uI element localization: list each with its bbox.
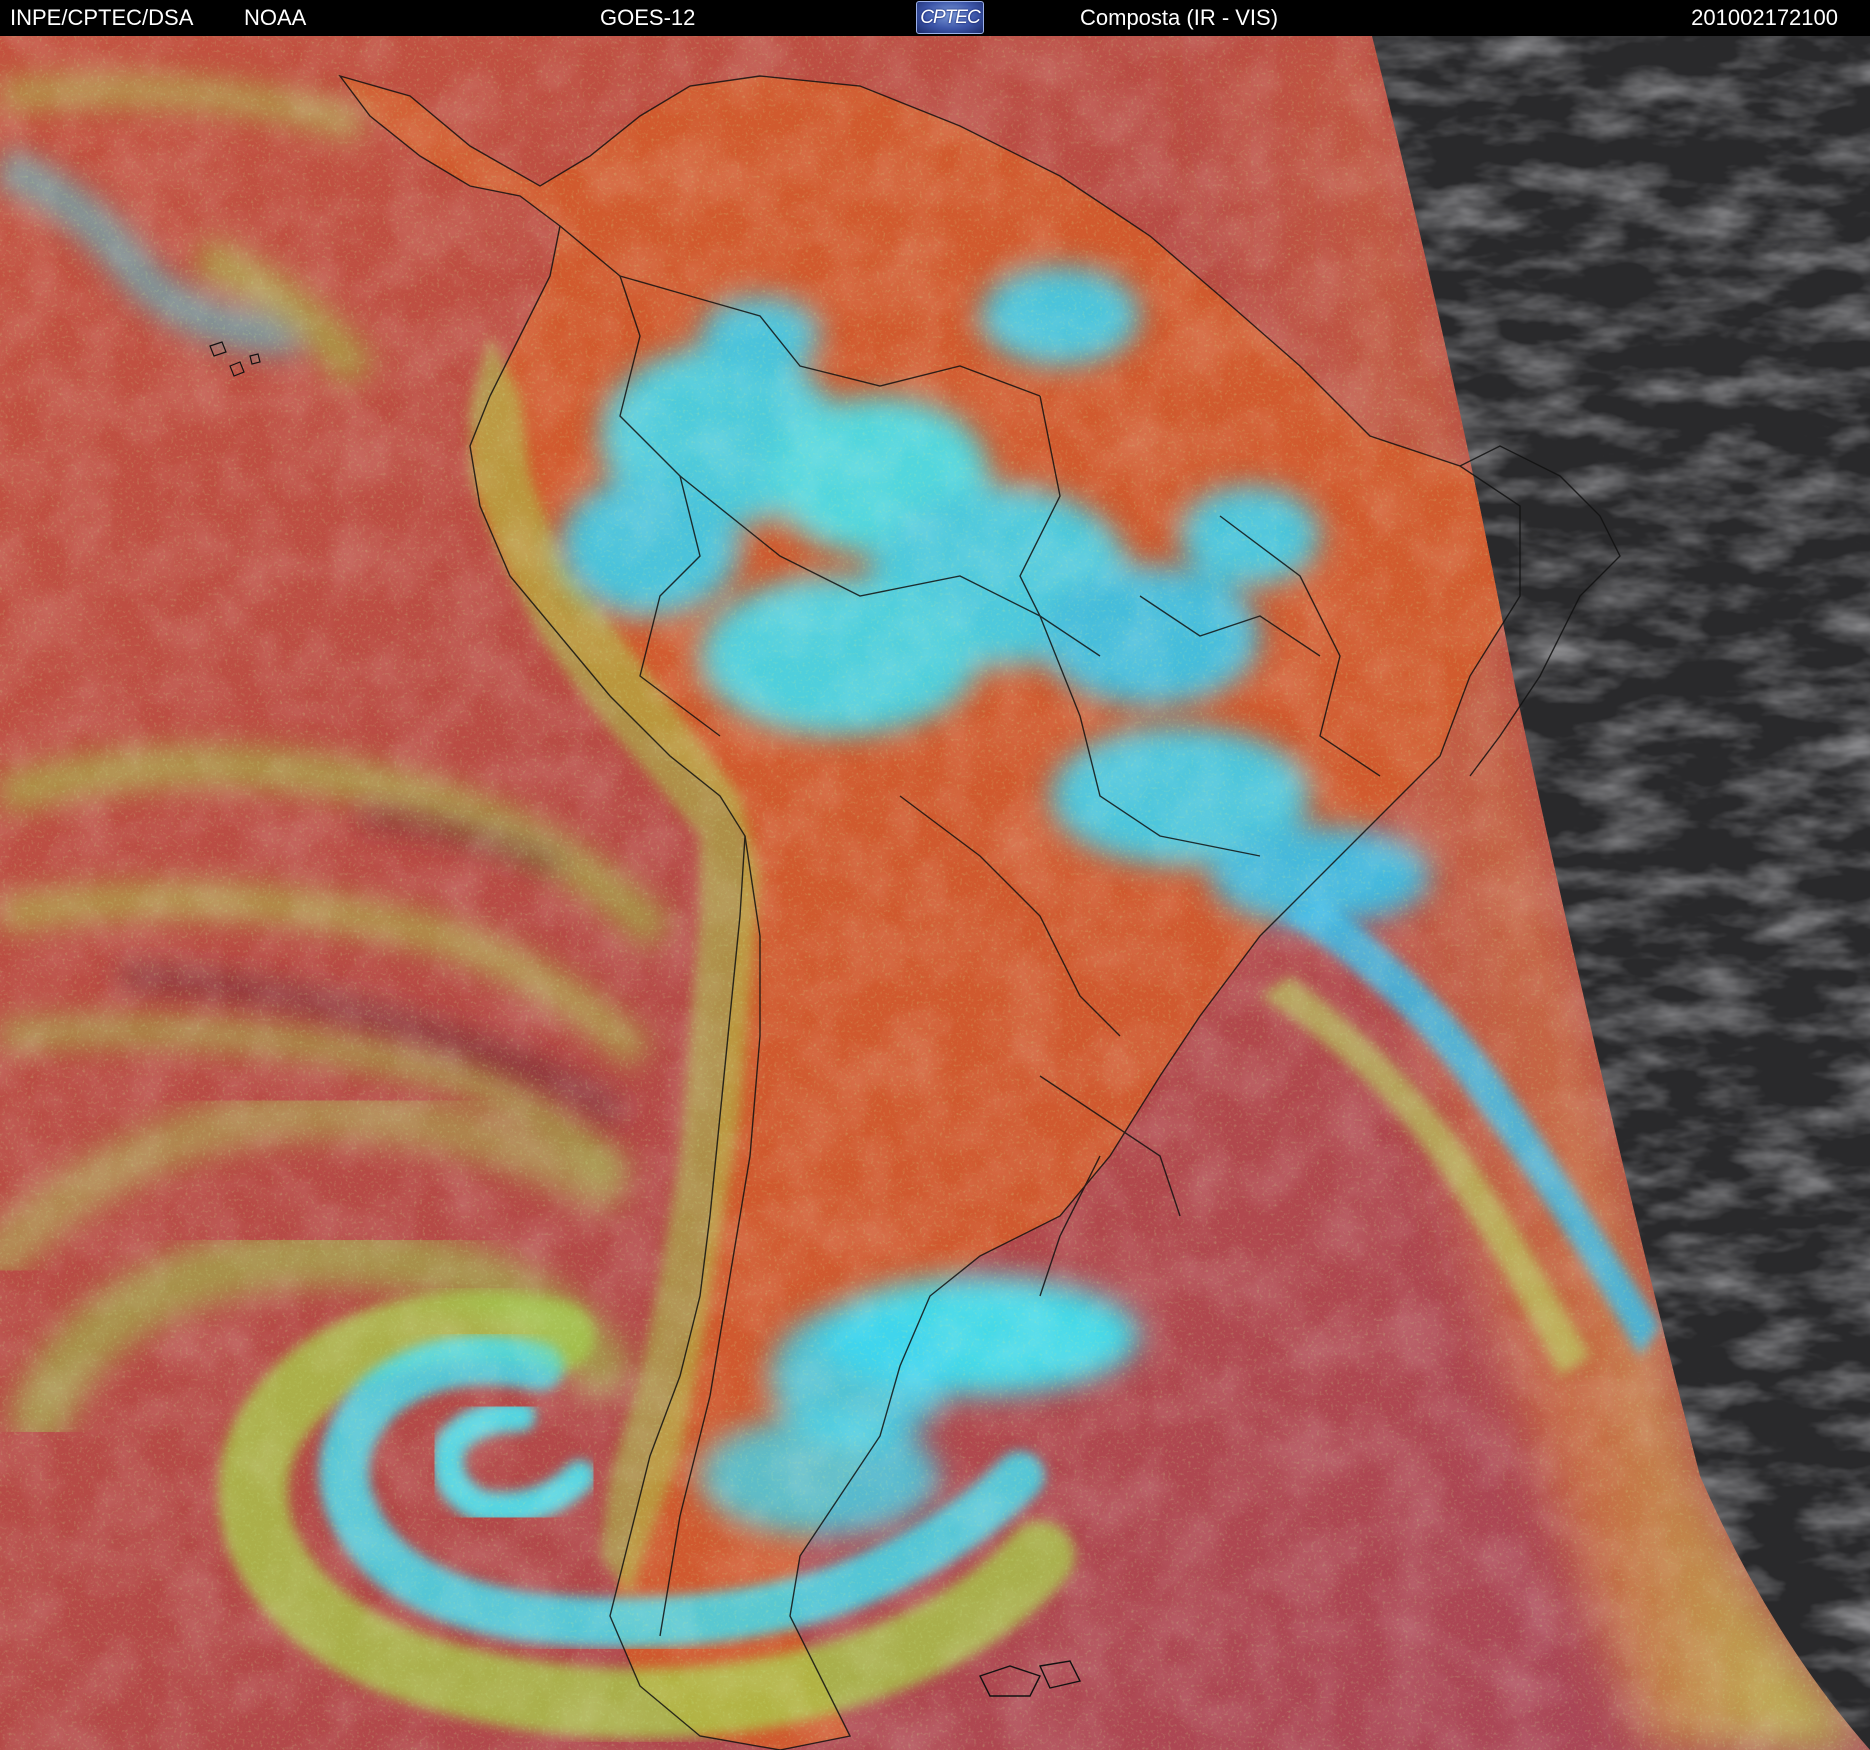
source-label: NOAA [244,5,307,30]
product-label: Composta (IR - VIS) [1080,5,1279,30]
satellite-image-page: INPE/CPTEC/DSA NOAA GOES-12 CPTEC Compos… [0,0,1870,1750]
cptec-logo-text: CPTEC [920,7,980,28]
composite-map [0,36,1870,1750]
satellite-label: GOES-12 [600,5,696,30]
agency-label: INPE/CPTEC/DSA [10,5,194,30]
cptec-logo: CPTEC [916,1,984,34]
timestamp-label: 201002172100 [1691,5,1838,30]
satellite-imagery [0,36,1870,1750]
header-bar: INPE/CPTEC/DSA NOAA GOES-12 CPTEC Compos… [0,0,1870,36]
